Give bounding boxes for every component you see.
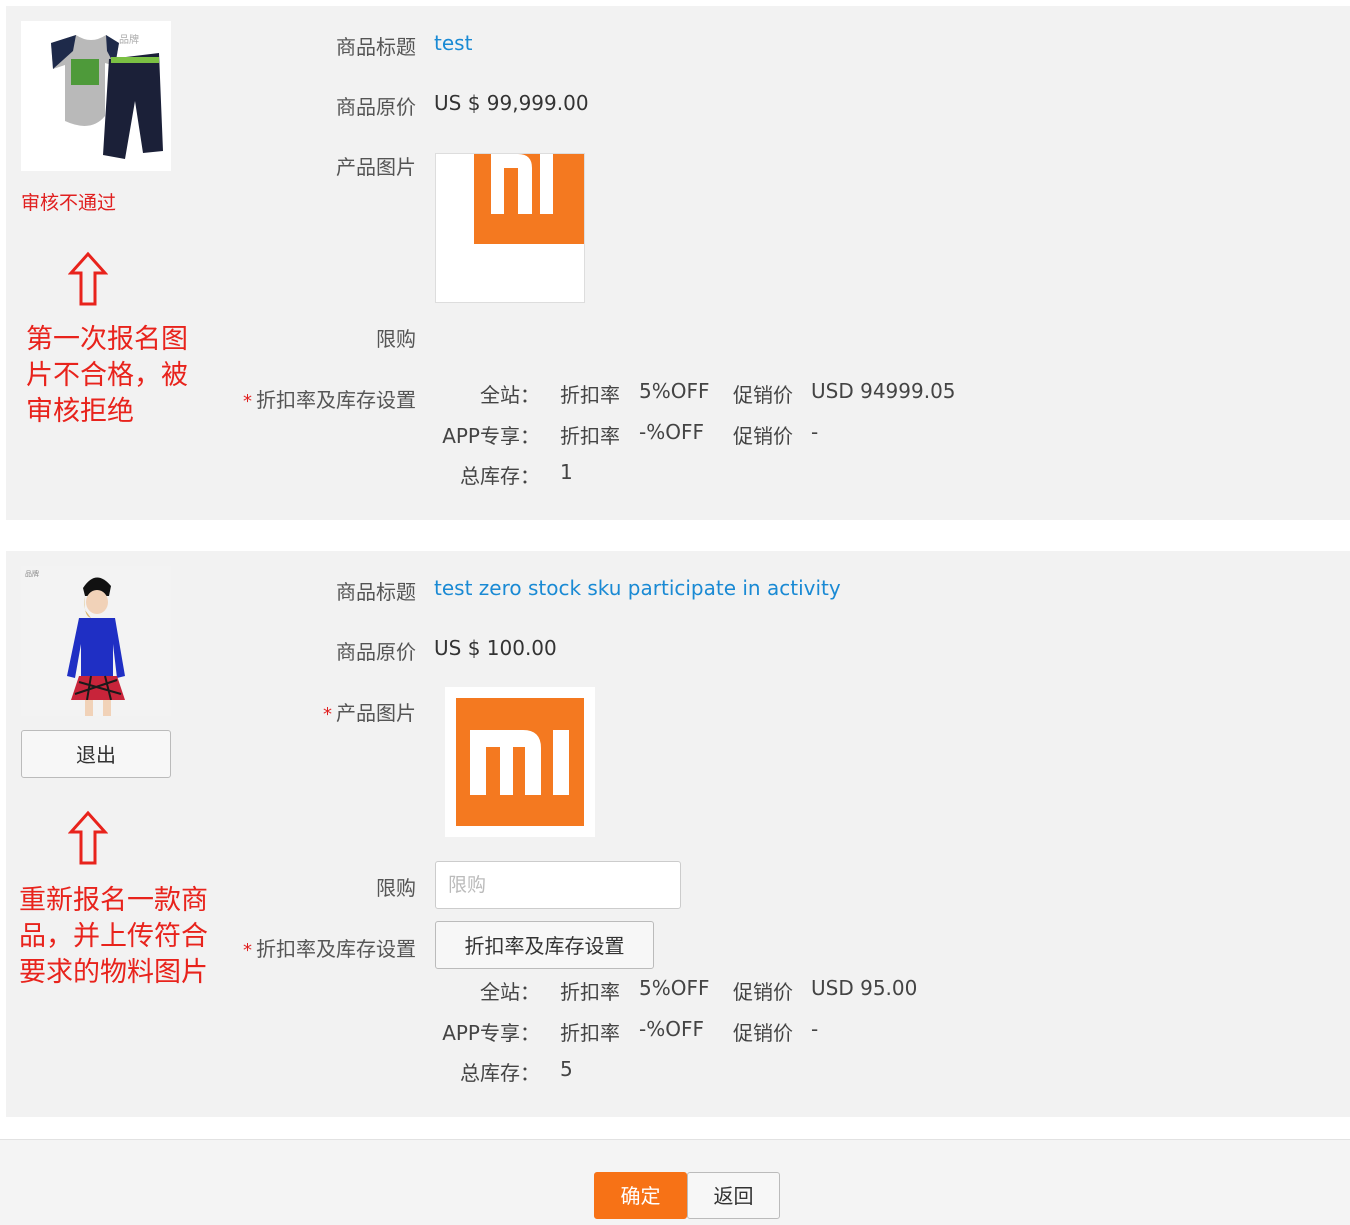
app-label: APP专享：: [442, 424, 540, 448]
stock-label: 总库存：: [460, 1061, 540, 1085]
product-image-label-text: 产品图片: [336, 701, 416, 725]
app-rate-value: -%OFF: [639, 1017, 704, 1041]
title-label: 商品标题: [336, 35, 416, 59]
note-line: 品，并上传符合: [19, 921, 208, 952]
app-rate-label: 折扣率: [560, 1021, 620, 1045]
svg-text:品牌: 品牌: [25, 569, 39, 578]
product-image-label: 产品图片: [336, 155, 416, 179]
app-promo-value: -: [811, 420, 819, 444]
site-promo-label: 促销价: [733, 980, 793, 1004]
limit-input[interactable]: [435, 861, 681, 909]
mi-logo-cropped-image: [435, 153, 585, 303]
orig-price-value: US $ 100.00: [434, 636, 557, 660]
note-line: 要求的物料图片: [19, 957, 208, 988]
stock-label: 总库存：: [460, 464, 540, 488]
required-mark: *: [243, 391, 252, 412]
note-line: 第一次报名图: [26, 324, 188, 355]
orig-price-label: 商品原价: [336, 640, 416, 664]
up-arrow-icon: [68, 251, 108, 306]
up-arrow-icon: [68, 810, 108, 865]
limit-label: 限购: [376, 327, 416, 351]
orig-price-label: 商品原价: [336, 95, 416, 119]
confirm-button[interactable]: 确定: [594, 1172, 687, 1219]
stock-value: 1: [560, 460, 573, 484]
site-rate-label: 折扣率: [560, 980, 620, 1004]
site-label: 全站：: [480, 383, 540, 407]
note-line: 片不合格，被: [26, 360, 188, 391]
baby-clothes-image: 品牌: [21, 21, 171, 171]
exit-button[interactable]: 退出: [21, 730, 171, 778]
discount-stock-settings-button[interactable]: 折扣率及库存设置: [435, 921, 654, 969]
site-rate-value: 5%OFF: [639, 379, 710, 403]
site-promo-value: USD 95.00: [811, 976, 918, 1000]
annotation-note-2: 重新报名一款商 品，并上传符合 要求的物料图片: [19, 883, 208, 991]
site-label: 全站：: [480, 980, 540, 1004]
svg-text:品牌: 品牌: [119, 33, 139, 46]
app-label: APP专享：: [442, 1021, 540, 1045]
discount-stock-label: * 折扣率及库存设置: [243, 933, 416, 962]
app-rate-value: -%OFF: [639, 420, 704, 444]
annotation-note-1: 第一次报名图 片不合格，被 审核拒绝: [26, 322, 188, 430]
note-line: 审核拒绝: [26, 396, 134, 427]
site-promo-value: USD 94999.05: [811, 379, 956, 403]
review-status-rejected: 审核不通过: [21, 192, 117, 214]
site-promo-label: 促销价: [733, 383, 793, 407]
discount-stock-label-text: 折扣率及库存设置: [256, 937, 416, 961]
mi-logo-image[interactable]: [445, 687, 595, 837]
woman-model-image: 品牌: [21, 566, 171, 716]
orig-price-value: US $ 99,999.00: [434, 91, 589, 115]
site-rate-label: 折扣率: [560, 383, 620, 407]
note-line: 重新报名一款商: [19, 885, 208, 916]
discount-stock-label: * 折扣率及库存设置: [243, 384, 416, 413]
product-image-label: * 产品图片: [323, 697, 416, 726]
product-title-link[interactable]: test: [434, 31, 472, 55]
app-promo-value: -: [811, 1017, 819, 1041]
app-rate-label: 折扣率: [560, 424, 620, 448]
title-label: 商品标题: [336, 580, 416, 604]
stock-value: 5: [560, 1057, 573, 1081]
app-promo-label: 促销价: [733, 1021, 793, 1045]
app-promo-label: 促销价: [733, 424, 793, 448]
limit-label: 限购: [376, 876, 416, 900]
required-mark: *: [323, 704, 332, 725]
product-title-link[interactable]: test zero stock sku participate in activ…: [434, 576, 841, 600]
discount-stock-label-text: 折扣率及库存设置: [256, 388, 416, 412]
site-rate-value: 5%OFF: [639, 976, 710, 1000]
required-mark: *: [243, 940, 252, 961]
back-button[interactable]: 返回: [687, 1172, 780, 1219]
